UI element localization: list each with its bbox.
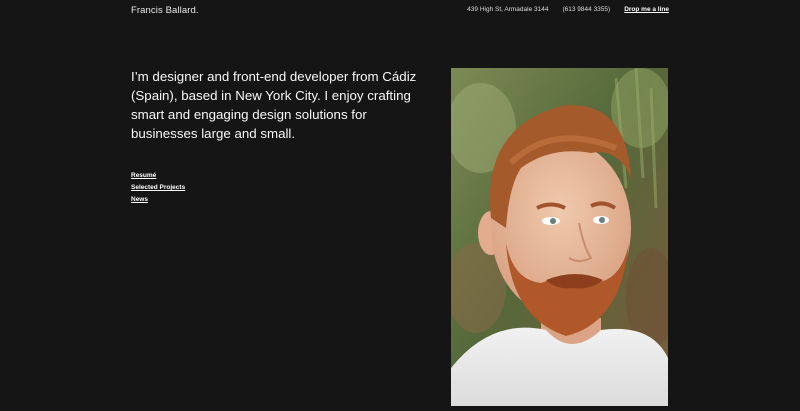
portrait-illustration (451, 68, 668, 406)
page: Francis Ballard. 439 High St, Armadale 3… (0, 0, 800, 411)
drop-me-a-line-link[interactable]: Drop me a line (624, 6, 669, 13)
site-name[interactable]: Francis Ballard. (131, 5, 199, 16)
phone-text: (613 9844 3355) (562, 6, 611, 13)
section-links: Resumé Selected Projects News (131, 171, 185, 204)
intro-text: I’m designer and front-end developer fro… (131, 69, 417, 141)
header-contact: 439 High St, Armadale 3144 (613 9844 335… (467, 6, 669, 13)
address-text: 439 High St, Armadale 3144 (467, 6, 549, 13)
news-link[interactable]: News (131, 195, 185, 204)
resume-link[interactable]: Resumé (131, 171, 185, 180)
selected-projects-link[interactable]: Selected Projects (131, 183, 185, 192)
portrait-photo (451, 68, 668, 406)
